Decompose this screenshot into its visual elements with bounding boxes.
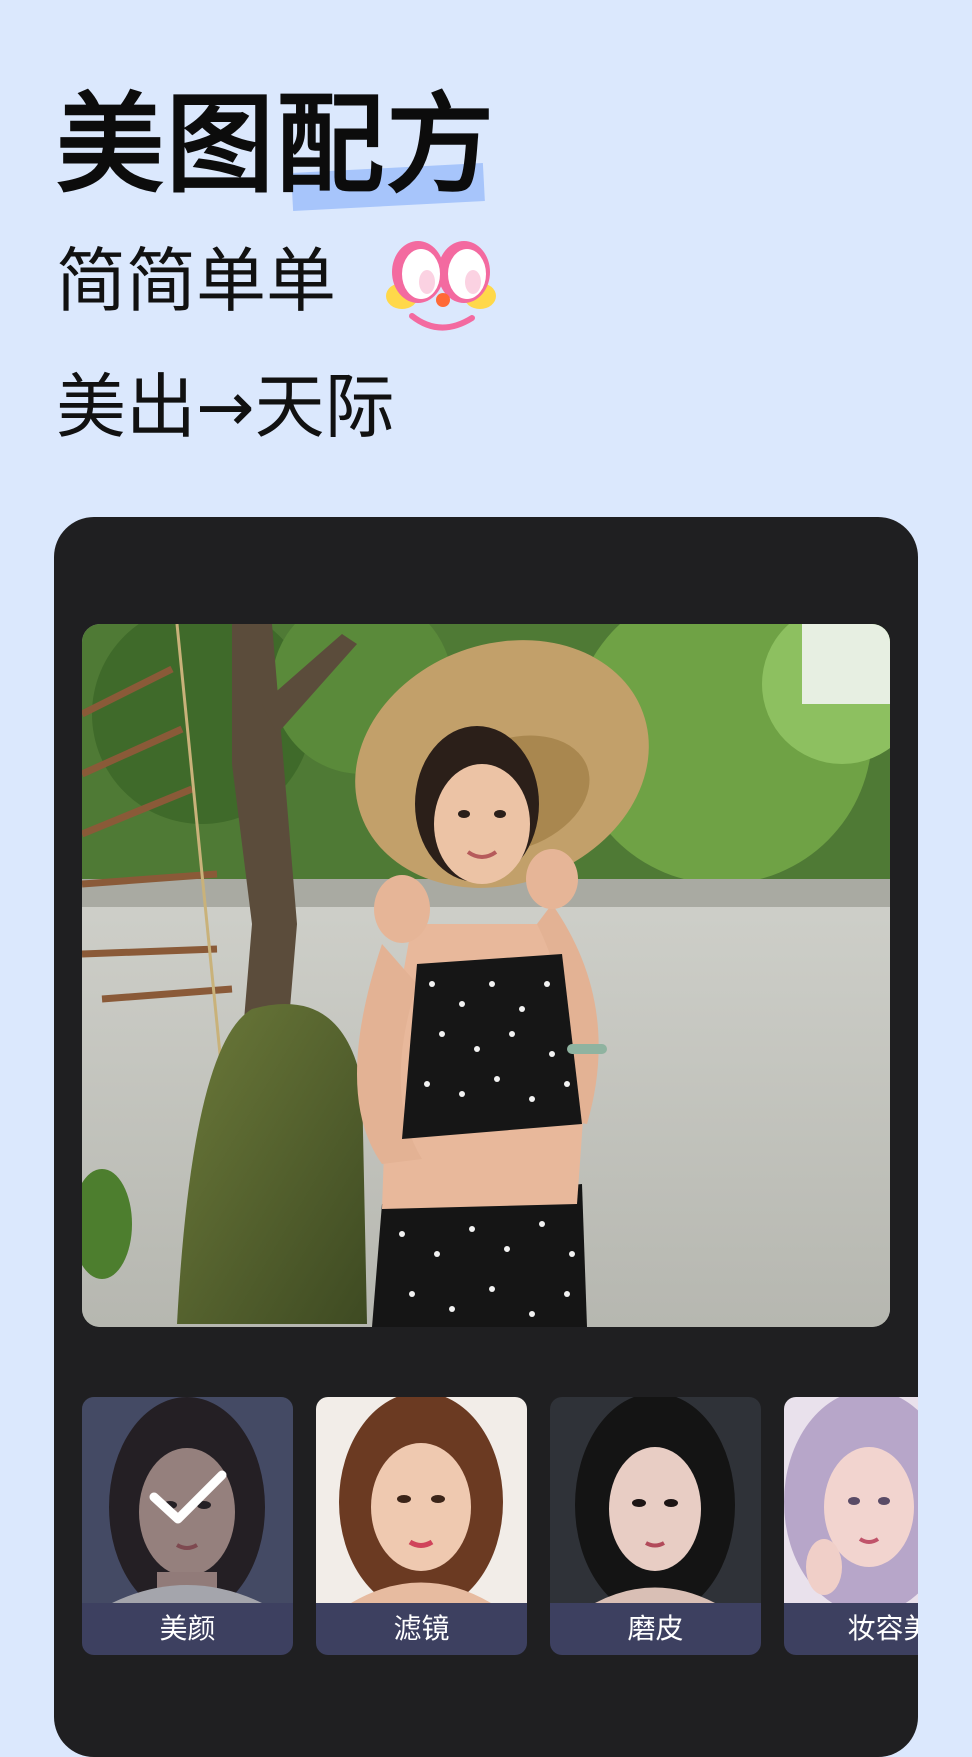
preset-item[interactable]: 滤镜 bbox=[316, 1397, 527, 1655]
preset-list: 美颜 滤镜 磨皮 妆容美 bbox=[82, 1397, 918, 1655]
preset-label: 滤镜 bbox=[316, 1603, 527, 1655]
preset-item[interactable]: 美颜 bbox=[82, 1397, 293, 1655]
preset-thumbnail bbox=[550, 1397, 761, 1603]
preset-item[interactable]: 磨皮 bbox=[550, 1397, 761, 1655]
preset-label: 美颜 bbox=[82, 1603, 293, 1655]
tagline-line-1: 简简单单 bbox=[56, 240, 336, 322]
preset-label: 磨皮 bbox=[550, 1603, 761, 1655]
preset-item[interactable]: 妆容美 bbox=[784, 1397, 918, 1655]
checkmark-icon bbox=[149, 1470, 227, 1524]
headline: 美图配方 bbox=[56, 83, 497, 211]
preset-thumbnail bbox=[784, 1397, 918, 1603]
preset-label: 妆容美 bbox=[784, 1603, 918, 1655]
cute-face-emoji-icon bbox=[386, 241, 496, 331]
sample-portrait-photo bbox=[82, 624, 890, 1327]
preset-thumbnail bbox=[316, 1397, 527, 1603]
page-title: 美图配方 bbox=[56, 83, 497, 208]
title-wrap: 美图配方 bbox=[56, 83, 497, 211]
preview-card: 美颜 滤镜 磨皮 妆容美 bbox=[54, 517, 918, 1757]
tagline-line-2: 美出→天际 bbox=[56, 366, 395, 448]
photo-illustration bbox=[82, 624, 890, 1327]
